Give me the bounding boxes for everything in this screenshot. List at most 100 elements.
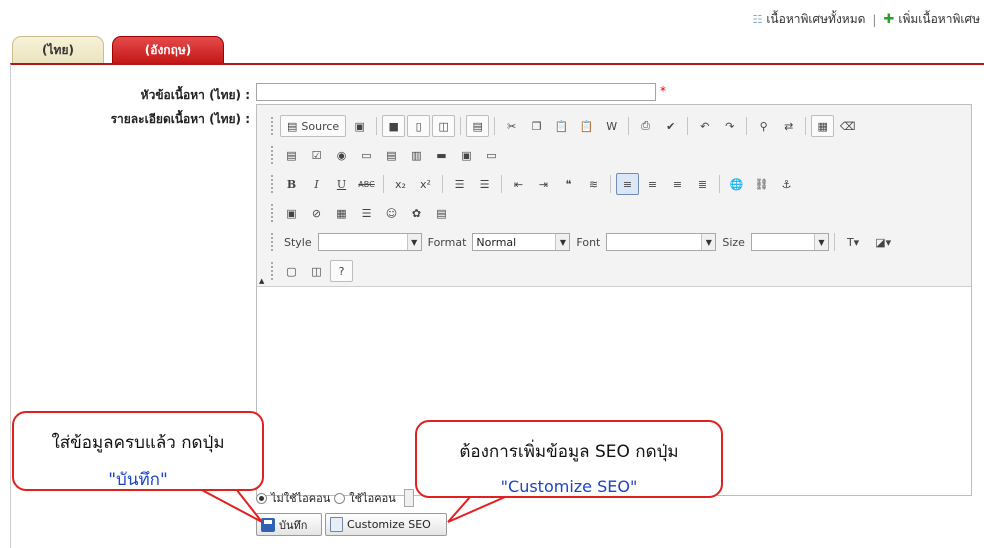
customize-seo-label: Customize SEO: [347, 518, 431, 531]
title-label: หัวข้อเนื้อหา (ไทย) :: [140, 88, 250, 102]
page-icon: [330, 517, 343, 532]
page-break-icon[interactable]: ▤: [430, 202, 453, 224]
link-icon[interactable]: 🌐: [725, 173, 748, 195]
seo-callout: ต้องการเพิ่มข้อมูล SEO กดปุ่ม "Customize…: [415, 420, 723, 498]
no-icon-label: ไม่ใช้ไอคอน: [271, 492, 331, 505]
align-center-icon[interactable]: ≡: [641, 173, 664, 195]
templates-icon[interactable]: ▣: [348, 115, 371, 137]
superscript-icon[interactable]: x²: [414, 173, 437, 195]
chevron-down-icon: ▼: [701, 234, 716, 250]
special-char-icon[interactable]: ✿: [405, 202, 428, 224]
save-callout-text: ใส่ข้อมูลครบแล้ว กดปุ่ม: [51, 433, 225, 453]
bullet-list-icon[interactable]: ☰: [473, 173, 496, 195]
source-button[interactable]: ▤ Source: [280, 115, 347, 137]
preview-icon[interactable]: ◫: [432, 115, 456, 137]
paste-word-icon[interactable]: W: [600, 115, 623, 137]
toolbar-row-5: Style ▼ Format Normal ▼ Font ▼ Size ▼ T▾: [271, 230, 898, 254]
spellcheck-icon[interactable]: ✔: [659, 115, 682, 137]
redo-icon[interactable]: ↷: [718, 115, 741, 137]
flash-icon[interactable]: ⊘: [305, 202, 328, 224]
icon-picker-button[interactable]: [403, 489, 414, 507]
cut-icon[interactable]: ✂: [500, 115, 523, 137]
toolbar-row-3: B I U ABC x₂ x² ☰ ☰ ⇤ ⇥ ❝ ≋ ≡ ≡ ≡ ≣ 🌐 ⛓ …: [271, 172, 798, 196]
style-select[interactable]: ▼: [317, 233, 422, 251]
collapse-toolbar-icon[interactable]: ▲: [259, 277, 264, 285]
hidden-field-icon[interactable]: ▭: [480, 144, 503, 166]
toolbar-row-1: ▤ Source ▣ ■ ▯ ◫ ▤ ✂ ❐ 📋 📋 W ⎙ ✔ ↶ ↷ ⚲ ⇄: [271, 114, 859, 138]
image-icon[interactable]: ▣: [280, 202, 303, 224]
save-label: บันทึก: [279, 518, 308, 532]
chevron-down-icon: ▼: [555, 234, 570, 250]
horizontal-rule-icon[interactable]: ☰: [355, 202, 378, 224]
checkbox-icon[interactable]: ☑: [305, 144, 328, 166]
chevron-down-icon: ▼: [406, 234, 421, 250]
smiley-icon[interactable]: ☺: [380, 202, 403, 224]
show-blocks-icon[interactable]: ◫: [305, 260, 328, 282]
button-field-icon[interactable]: ▬: [430, 144, 453, 166]
textfield-icon[interactable]: ▭: [355, 144, 378, 166]
table-icon[interactable]: ▦: [330, 202, 353, 224]
no-icon-radio[interactable]: [256, 492, 267, 504]
save-button[interactable]: บันทึก: [256, 513, 322, 536]
unlink-icon[interactable]: ⛓: [750, 173, 773, 195]
add-content-link[interactable]: เพิ่มเนื้อหาพิเศษ: [898, 10, 980, 29]
toolbar-row-4: ▣ ⊘ ▦ ☰ ☺ ✿ ▤: [271, 201, 453, 225]
italic-icon[interactable]: I: [305, 173, 328, 195]
select-all-icon[interactable]: ▦: [811, 115, 835, 137]
align-right-icon[interactable]: ≡: [666, 173, 689, 195]
format-value: Normal: [476, 235, 517, 249]
font-label: Font: [576, 235, 601, 249]
bold-icon[interactable]: B: [280, 173, 303, 195]
top-links: ☷ เนื้อหาพิเศษทั้งหมด | ✚ เพิ่มเนื้อหาพิ…: [752, 10, 980, 29]
customize-seo-button[interactable]: Customize SEO: [325, 513, 447, 536]
anchor-icon[interactable]: ⚓: [775, 173, 798, 195]
tab-thai[interactable]: (ไทย): [12, 36, 104, 64]
text-color-icon[interactable]: T▾: [840, 231, 866, 253]
list-icon: ☷: [752, 13, 763, 26]
replace-icon[interactable]: ⇄: [777, 115, 800, 137]
textarea-icon[interactable]: ▤: [380, 144, 403, 166]
save-callout: ใส่ข้อมูลครบแล้ว กดปุ่ม "บันทึก": [12, 411, 264, 491]
toolbar-row-2: ▤ ☑ ◉ ▭ ▤ ▥ ▬ ▣ ▭: [271, 143, 503, 167]
bg-color-icon[interactable]: ◪▾: [868, 231, 898, 253]
document-icon[interactable]: ▤: [466, 115, 490, 137]
format-select[interactable]: Normal ▼: [472, 233, 571, 251]
align-left-icon[interactable]: ≡: [616, 173, 639, 195]
copy-icon[interactable]: ❐: [525, 115, 548, 137]
font-select[interactable]: ▼: [606, 233, 717, 251]
chevron-down-icon: ▼: [813, 234, 828, 250]
about-icon[interactable]: ?: [330, 260, 353, 282]
source-icon: ▤: [287, 119, 298, 133]
use-icon-radio[interactable]: [334, 492, 346, 504]
print-icon[interactable]: ⎙: [634, 115, 657, 137]
seo-callout-highlight: "Customize SEO": [500, 477, 638, 496]
subscript-icon[interactable]: x₂: [389, 173, 412, 195]
undo-icon[interactable]: ↶: [693, 115, 716, 137]
maximize-icon[interactable]: ▢: [280, 260, 303, 282]
outdent-icon[interactable]: ⇤: [507, 173, 530, 195]
remove-format-icon[interactable]: ⌫: [836, 115, 859, 137]
paste-icon[interactable]: 📋: [550, 115, 573, 137]
align-justify-icon[interactable]: ≣: [691, 173, 714, 195]
size-select[interactable]: ▼: [750, 233, 829, 251]
find-icon[interactable]: ⚲: [752, 115, 775, 137]
underline-icon[interactable]: U: [330, 173, 353, 195]
blockquote-icon[interactable]: ❝: [557, 173, 580, 195]
image-button-icon[interactable]: ▣: [455, 144, 478, 166]
radio-icon[interactable]: ◉: [330, 144, 353, 166]
seo-callout-text: ต้องการเพิ่มข้อมูล SEO กดปุ่ม: [459, 442, 679, 462]
icon-option-row: ไม่ใช้ไอคอน ใช้ไอคอน: [256, 489, 414, 507]
new-page-icon[interactable]: ▯: [407, 115, 431, 137]
indent-icon[interactable]: ⇥: [532, 173, 555, 195]
select-field-icon[interactable]: ▥: [405, 144, 428, 166]
all-content-link[interactable]: เนื้อหาพิเศษทั้งหมด: [766, 10, 865, 29]
numbered-list-icon[interactable]: ☰: [448, 173, 471, 195]
title-input[interactable]: [256, 83, 656, 101]
paste-text-icon[interactable]: 📋: [575, 115, 598, 137]
div-icon[interactable]: ≋: [582, 173, 605, 195]
detail-label: รายละเอียดเนื้อหา (ไทย) :: [110, 112, 250, 126]
form-icon[interactable]: ▤: [280, 144, 303, 166]
save-icon[interactable]: ■: [382, 115, 406, 137]
strike-icon[interactable]: ABC: [355, 173, 378, 195]
tab-english[interactable]: (อังกฤษ): [112, 36, 224, 64]
